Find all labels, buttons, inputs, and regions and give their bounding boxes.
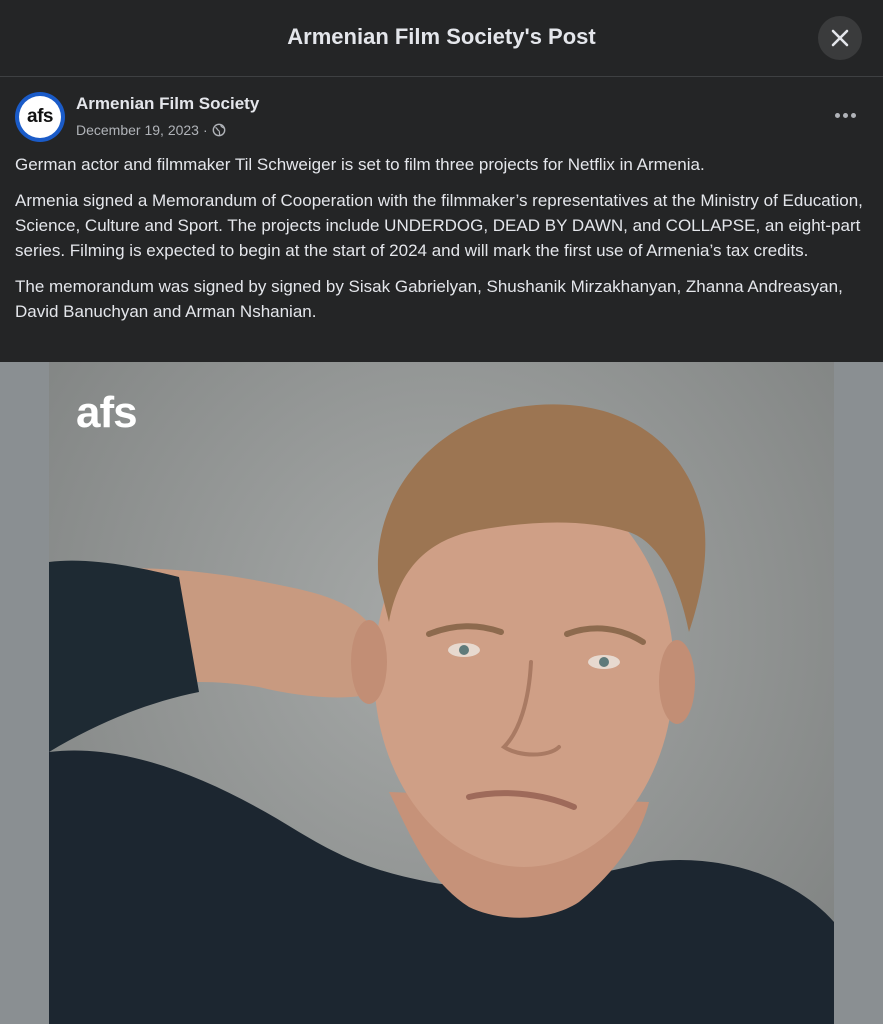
post-paragraph: The memorandum was signed by signed by S… [15,277,843,321]
post-paragraph: Armenia signed a Memorandum of Cooperati… [15,191,863,260]
globe-icon[interactable] [212,123,226,137]
post-header: afs Armenian Film Society December 19, 2… [0,78,883,148]
more-options-icon [834,112,840,118]
post-paragraph: German actor and filmmaker Til Schweiger… [15,155,705,174]
meta-separator: · [202,122,208,138]
more-options-dot [850,112,856,118]
close-button[interactable] [818,16,862,60]
post-photo[interactable]: afs [49,362,834,1024]
more-options-button[interactable] [825,100,865,130]
post-photo-container[interactable]: afs [0,362,883,1024]
avatar[interactable]: afs [15,92,65,142]
close-icon [831,29,849,47]
post-meta: December 19, 2023 · [76,122,226,138]
modal-title: Armenian Film Society's Post [287,24,596,49]
page-name-link[interactable]: Armenian Film Society [76,94,259,114]
post-date-link[interactable]: December 19, 2023 [76,122,199,138]
portrait-illustration [49,404,834,1024]
post-body: German actor and filmmaker Til Schweiger… [15,152,875,335]
modal-header: Armenian Film Society's Post [0,0,883,77]
more-options-dot [842,112,848,118]
afs-watermark: afs [76,388,138,437]
avatar-logo-text: afs [19,96,61,138]
